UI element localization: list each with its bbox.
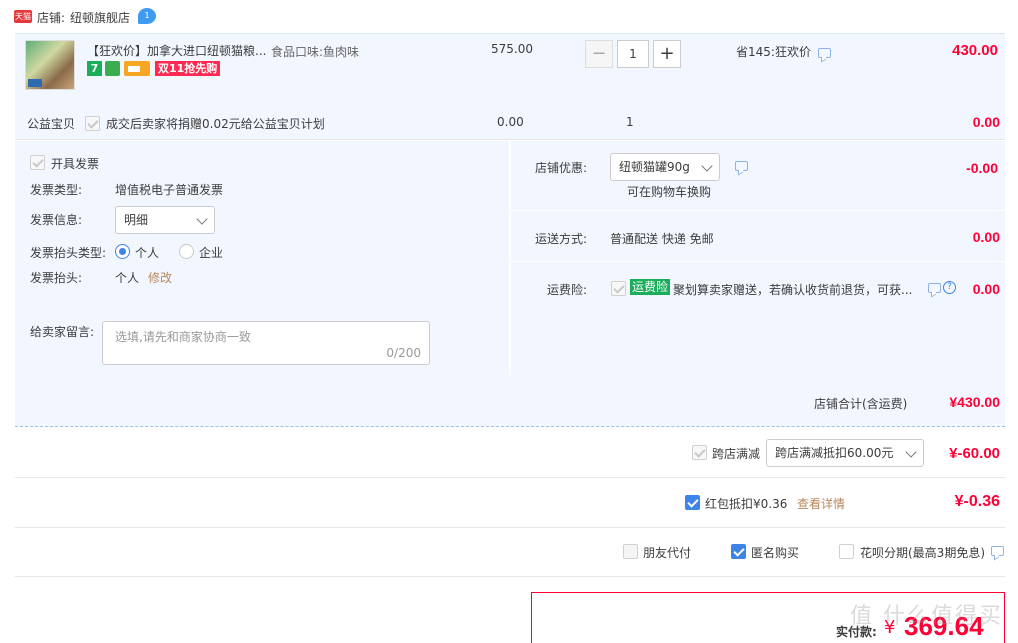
shop-name[interactable]: 纽顿旗舰店	[70, 9, 130, 26]
invoice-header-label: 发票抬头:	[30, 271, 83, 285]
cross-store-checkbox	[692, 445, 707, 460]
company-radio[interactable]	[179, 244, 194, 259]
invoice-header-type-label: 发票抬头类型:	[30, 246, 107, 260]
item-subtotal: 430.00	[952, 42, 998, 59]
insurance-label: 运费险:	[547, 283, 588, 297]
card-icon	[124, 61, 150, 76]
charity-subtotal: 0.00	[972, 114, 1000, 130]
product-thumbnail[interactable]	[25, 40, 75, 90]
double11-badge: 双11抢先购	[155, 61, 221, 76]
shipping-value: 普通配送 快递 免邮	[610, 232, 714, 246]
shop-discount-select[interactable]: 纽顿猫罐90g	[610, 153, 720, 181]
personal-radio-label: 个人	[135, 246, 160, 260]
chevron-down-icon	[701, 160, 713, 172]
charity-label: 公益宝贝	[27, 117, 76, 131]
chevron-down-icon	[196, 213, 208, 225]
invoice-info-select[interactable]: 明细	[115, 206, 215, 234]
seller-message-input[interactable]: 选填,请先和商家协商一致 0/200	[102, 321, 430, 365]
quantity-input[interactable]: 1	[617, 40, 649, 68]
divider	[15, 477, 1005, 478]
shop-discount-label: 店铺优惠:	[535, 161, 588, 175]
invoice-edit-link[interactable]: 修改	[148, 269, 172, 286]
chat-bubble-icon[interactable]: 1	[138, 8, 156, 24]
anonymous-checkbox[interactable]	[731, 544, 746, 559]
decrement-button[interactable]: −	[585, 40, 613, 68]
product-image-mark	[28, 79, 42, 87]
product-spec: 食品口味:鱼肉味	[271, 45, 360, 59]
shop-discount-value: 纽顿猫罐90g	[619, 160, 690, 174]
invoice-open-label: 开具发票	[51, 157, 100, 171]
insurance-checkbox	[611, 281, 626, 296]
message-placeholder: 选填,请先和商家协商一致	[115, 330, 251, 344]
cross-store-value: 跨店满减抵扣60.00元	[775, 446, 894, 460]
shop-total-label: 店铺合计(含运费)	[814, 397, 908, 411]
red-packet-checkbox[interactable]	[685, 495, 700, 510]
shipping-amount: 0.00	[972, 229, 1000, 245]
watermark: 值 什么值得买	[850, 604, 1003, 629]
discount-chat-icon[interactable]	[818, 48, 831, 58]
message-label: 给卖家留言:	[30, 325, 95, 339]
card-icon-stripe	[128, 66, 140, 72]
message-counter: 0/200	[386, 346, 421, 360]
item-price: 575.00	[491, 42, 533, 56]
charity-text: 成交后卖家将捐赠0.02元给公益宝贝计划	[106, 117, 325, 131]
personal-radio[interactable]	[115, 244, 130, 259]
help-question-icon[interactable]: ?	[943, 281, 956, 294]
shop-options-panel	[511, 141, 1005, 375]
insurance-amount: 0.00	[972, 281, 1000, 297]
huabei-chat-icon[interactable]	[991, 546, 1004, 556]
insurance-text: 聚划算卖家赠送，若确认收货前退货，可获...	[673, 283, 913, 297]
cross-store-select[interactable]: 跨店满减抵扣60.00元	[766, 439, 924, 467]
divider	[15, 527, 1005, 528]
divider	[511, 210, 1005, 211]
friend-pay-label: 朋友代付	[643, 546, 692, 560]
cross-store-amount: ¥-60.00	[949, 445, 1000, 462]
discount-note: 省145:狂欢价	[736, 45, 811, 59]
insurance-chat-icon[interactable]	[928, 283, 941, 293]
huabei-checkbox[interactable]	[839, 544, 854, 559]
shop-discount-amount: -0.00	[966, 160, 998, 176]
tmall-badge: 天猫	[14, 10, 32, 23]
guarantee-icon	[105, 61, 120, 76]
red-packet-amount: ¥-0.36	[954, 493, 1000, 510]
shop-discount-note: 可在购物车换购	[627, 185, 712, 199]
shop-label: 店铺:	[37, 11, 66, 25]
charity-quantity: 1	[626, 115, 634, 129]
shop-discount-chat-icon[interactable]	[735, 161, 748, 171]
charity-checkbox	[85, 116, 100, 131]
divider	[511, 261, 1005, 262]
anonymous-label: 匿名购买	[751, 546, 800, 560]
invoice-header-value: 个人	[115, 271, 140, 285]
company-radio-label: 企业	[199, 246, 224, 260]
divider	[15, 139, 1005, 140]
red-packet-label: 红包抵扣¥0.36	[705, 497, 788, 511]
red-packet-details-link[interactable]: 查看详情	[797, 495, 845, 512]
invoice-type-value: 增值税电子普通发票	[115, 183, 224, 197]
cross-store-label: 跨店满减	[712, 447, 761, 461]
chevron-down-icon	[905, 446, 917, 458]
invoice-info-label: 发票信息:	[30, 213, 83, 227]
invoice-checkbox	[30, 155, 45, 170]
friend-pay-checkbox[interactable]	[623, 544, 638, 559]
increment-button[interactable]: +	[653, 40, 681, 68]
product-title[interactable]: 【狂欢价】加拿大进口纽顿猫粮...	[87, 42, 266, 59]
invoice-type-label: 发票类型:	[30, 183, 83, 197]
seven-day-badge: 7	[87, 61, 102, 76]
divider	[15, 576, 1005, 577]
quantity-stepper: − 1 +	[585, 40, 681, 68]
huabei-label: 花呗分期(最高3期免息)	[860, 546, 985, 560]
charity-price: 0.00	[497, 115, 524, 129]
invoice-info-value: 明细	[124, 213, 149, 227]
insurance-tag: 运费险	[630, 279, 671, 295]
shipping-label: 运送方式:	[535, 232, 588, 246]
shop-total-amount: ¥430.00	[949, 394, 1000, 410]
shop-header: 天猫 店铺: 纽顿旗舰店 1	[14, 8, 414, 28]
